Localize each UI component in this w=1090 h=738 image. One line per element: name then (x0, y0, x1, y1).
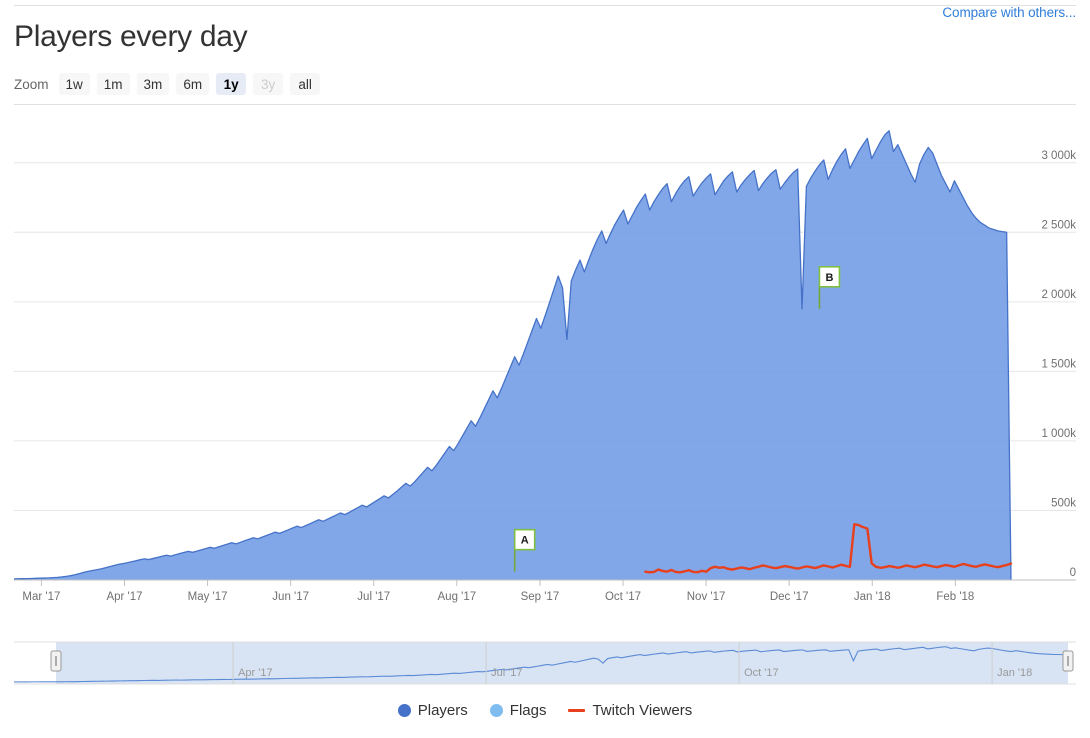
compare-with-others-link[interactable]: Compare with others... (942, 5, 1076, 20)
navigator-tick-label: Jan '18 (997, 667, 1032, 679)
x-axis-tick-label: May '17 (188, 591, 228, 603)
y-axis-tick-label: 1 500k (1041, 358, 1076, 370)
plot-area[interactable]: Mar '17 Apr '17 May '17 Jun '17 Jul '17 Aug '… (0, 108, 1090, 608)
navigator-handle-left[interactable] (50, 650, 62, 672)
flag-label: A (521, 535, 529, 547)
players-area-fill (14, 130, 1011, 580)
legend-marker-flags (489, 704, 503, 717)
x-axis-tick-label: Jan '18 (854, 591, 891, 603)
x-axis-labels: Mar '17 Apr '17 May '17 Jun '17 Jul '17 Aug '… (22, 591, 974, 603)
range-button-1y[interactable]: 1y (216, 73, 247, 95)
legend-label-twitch-viewers: Twitch Viewers (592, 702, 693, 719)
x-axis-tick-label: Sep '17 (521, 591, 560, 603)
y-axis-tick-label: 1 000k (1041, 428, 1076, 440)
y-axis-labels: 0 500k 1 000k 1 500k 2 000k 2 500k 3 000k (1041, 150, 1076, 579)
x-axis-tick-label: Oct '17 (605, 591, 641, 603)
navigator-body[interactable] (13, 641, 1076, 685)
series-players-area (13, 130, 1012, 581)
x-axis-tick-label: Aug '17 (438, 591, 477, 603)
range-selector: Zoom 1w 1m 3m 6m 1y 3y all (14, 72, 327, 96)
legend-marker-players (397, 704, 411, 717)
range-button-1m[interactable]: 1m (96, 73, 130, 95)
legend-item-twitch-viewers[interactable]: Twitch Viewers (568, 702, 692, 719)
range-selector-label: Zoom (14, 76, 49, 92)
header-divider-bottom (14, 104, 1076, 105)
navigator-tick-label: Oct '17 (744, 667, 779, 679)
range-button-3y: 3y (253, 73, 284, 95)
y-axis-tick-label: 500k (1051, 497, 1076, 509)
navigator-tick-label: Jul '17 (491, 667, 522, 679)
flag-label: B (825, 272, 833, 284)
navigator[interactable]: Apr '17 Jul '17 Oct '17 Jan '18 (0, 632, 1090, 694)
legend-label-flags: Flags (509, 702, 547, 719)
y-axis-tick-label: 0 (1070, 567, 1076, 579)
header-divider-top (14, 5, 1076, 6)
x-axis-tick-label: Dec '17 (770, 591, 809, 603)
y-axis-tick-label: 2 500k (1041, 219, 1076, 231)
x-axis-tick-label: Jun '17 (272, 591, 309, 603)
x-axis-tick-label: Mar '17 (22, 591, 60, 603)
navigator-handle-right[interactable] (1062, 650, 1074, 672)
y-axis-tick-label: 2 000k (1041, 289, 1076, 301)
range-button-1w[interactable]: 1w (58, 73, 90, 95)
legend-item-players[interactable]: Players (397, 702, 468, 719)
x-axis-tick-label: Feb '18 (936, 591, 974, 603)
legend-marker-twitch-viewers (568, 709, 586, 712)
legend-label-players: Players (417, 702, 468, 719)
x-axis-tick-label: Jul '17 (357, 591, 390, 603)
range-button-all[interactable]: all (290, 73, 321, 95)
page-title: Players every day (14, 20, 248, 53)
legend-item-flags[interactable]: Flags (489, 702, 547, 719)
y-axis-tick-label: 3 000k (1041, 150, 1076, 162)
x-axis-tick-label: Apr '17 (106, 591, 142, 603)
navigator-tick-label: Apr '17 (238, 667, 273, 679)
x-axis-tick-label: Nov '17 (687, 591, 726, 603)
range-button-6m[interactable]: 6m (176, 73, 210, 95)
chart-legend: Players Flags Twitch Viewers (0, 702, 1090, 719)
stock-chart-container: Compare with others... Players every day… (0, 0, 1090, 738)
x-axis-ticks (14, 579, 1076, 586)
range-button-3m[interactable]: 3m (136, 73, 170, 95)
